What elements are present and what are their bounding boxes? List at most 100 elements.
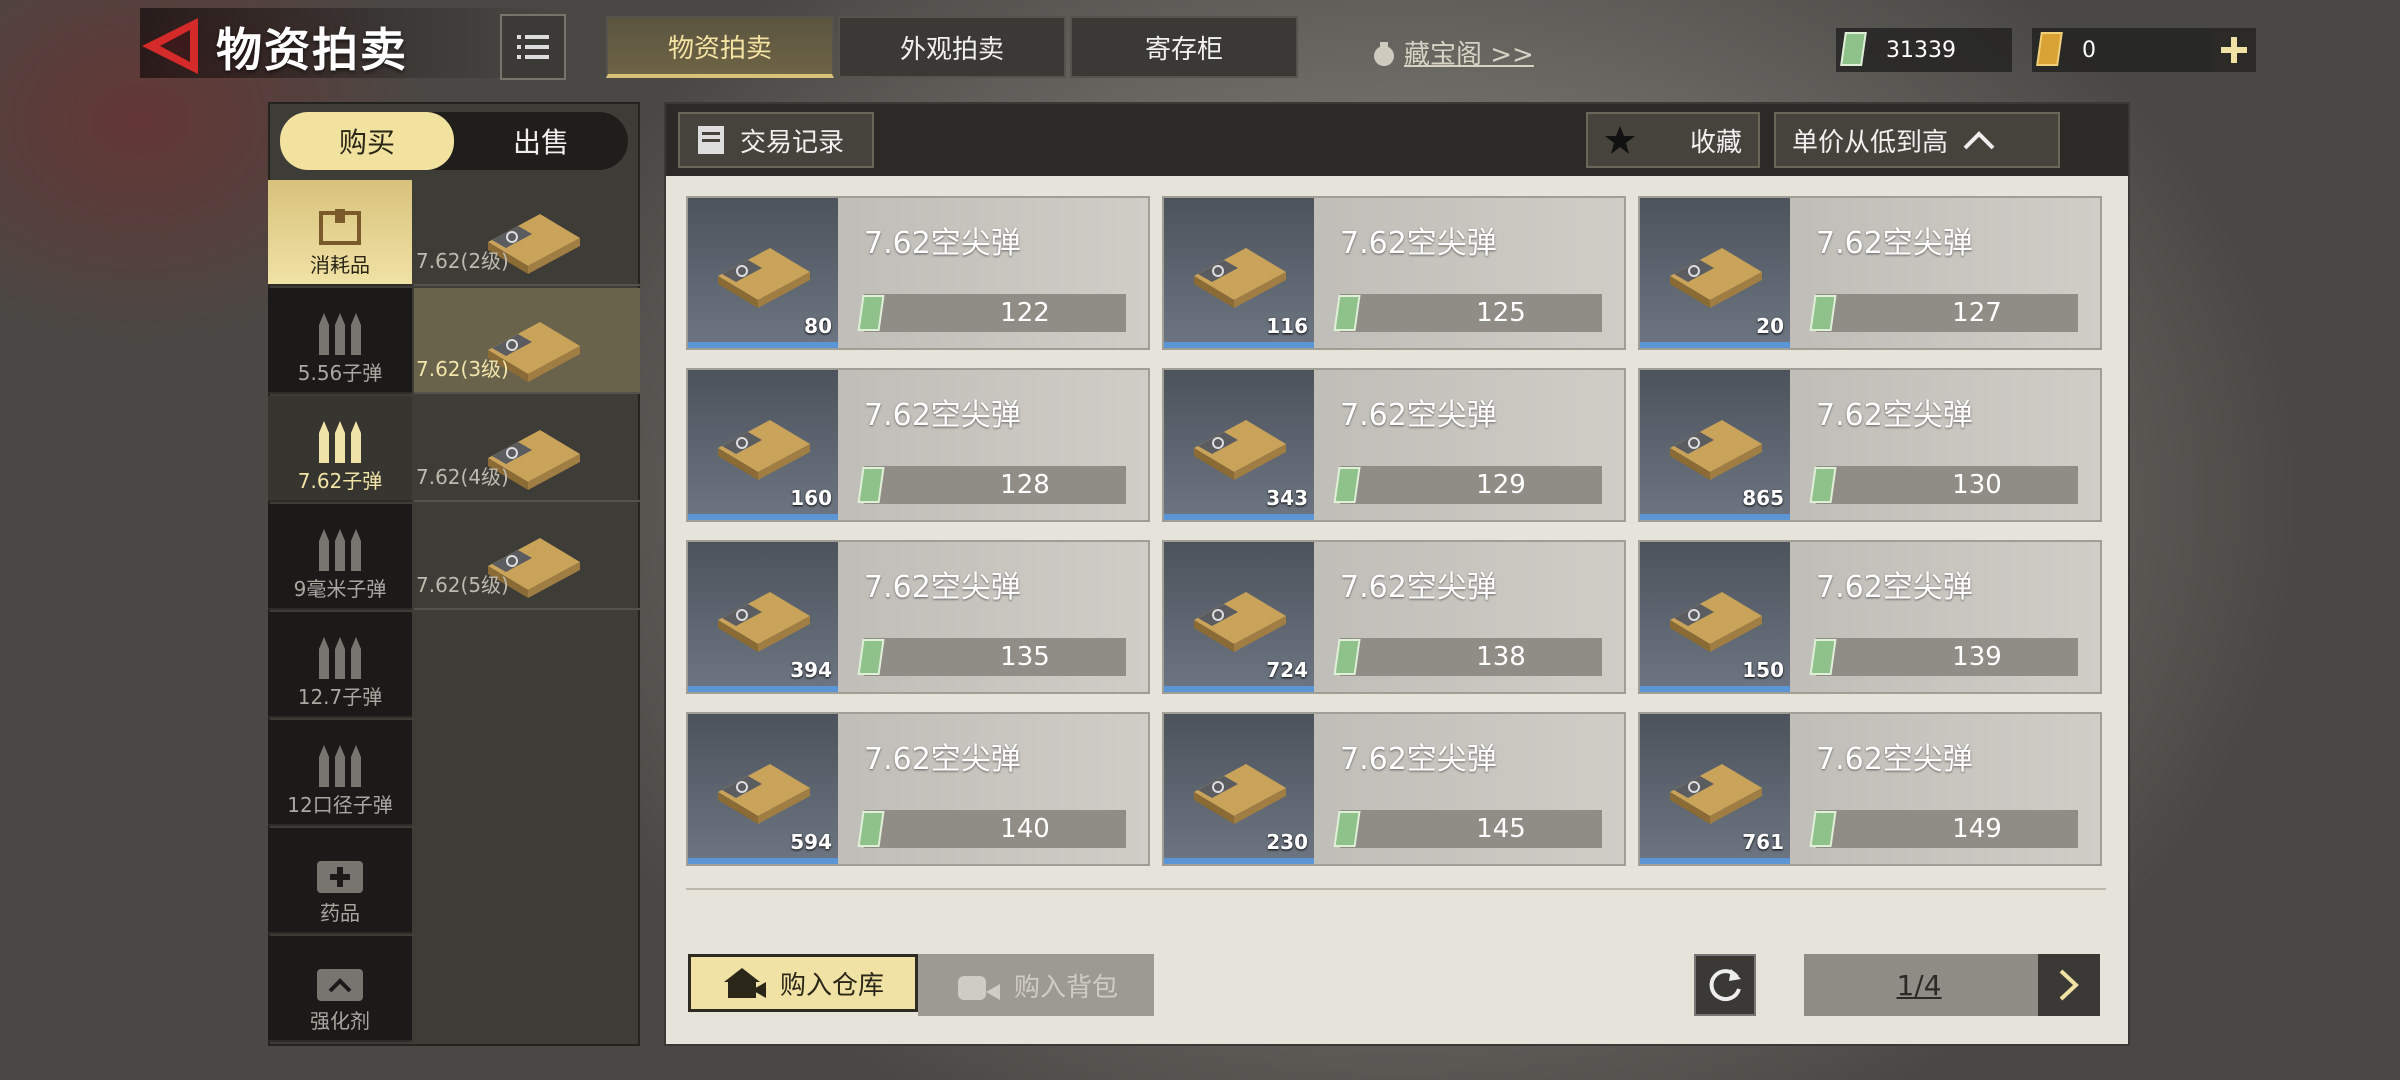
- cash-icon: [1809, 639, 1837, 675]
- listing-item[interactable]: 761 7.62空尖弹 149: [1638, 712, 2102, 866]
- item-thumbnail: 724: [1164, 542, 1314, 692]
- item-name: 7.62空尖弹: [864, 398, 1021, 433]
- category-item[interactable]: 12口径子弹: [268, 720, 412, 826]
- tab-storage-locker[interactable]: 寄存柜: [1070, 16, 1298, 78]
- bullets-icon: [319, 529, 361, 571]
- item-thumbnail: 80: [688, 198, 838, 348]
- treasure-pavilion-link[interactable]: 藏宝阁 >>: [1370, 34, 1534, 71]
- ammo-box-icon: [718, 248, 810, 308]
- subcategory-item[interactable]: 7.62(4级): [414, 396, 640, 502]
- category-item[interactable]: 5.56子弹: [268, 288, 412, 394]
- listing-item[interactable]: 116 7.62空尖弹 125: [1162, 196, 1626, 350]
- item-thumbnail: 761: [1640, 714, 1790, 864]
- item-thumbnail: 594: [688, 714, 838, 864]
- record-book-icon: [698, 126, 724, 154]
- next-page-button[interactable]: [2038, 954, 2100, 1016]
- listing-item[interactable]: 230 7.62空尖弹 145: [1162, 712, 1626, 866]
- listing-item[interactable]: 20 7.62空尖弹 127: [1638, 196, 2102, 350]
- ammo-box-icon: [718, 764, 810, 824]
- sort-dropdown[interactable]: 单价从低到高: [1774, 112, 2060, 168]
- category-item[interactable]: 药品: [268, 828, 412, 934]
- item-name: 7.62空尖弹: [1816, 226, 1973, 261]
- item-name: 7.62空尖弹: [1340, 226, 1497, 261]
- item-price-bar: 138: [1333, 638, 1602, 676]
- tab-appearance-auction[interactable]: 外观拍卖: [838, 16, 1066, 78]
- item-quantity: 394: [790, 658, 832, 682]
- buy-to-backpack-button[interactable]: 购入背包: [918, 954, 1154, 1016]
- listing-item[interactable]: 594 7.62空尖弹 140: [686, 712, 1150, 866]
- category-item[interactable]: 强化剂: [268, 936, 412, 1042]
- listing-item[interactable]: 865 7.62空尖弹 130: [1638, 368, 2102, 522]
- item-name: 7.62空尖弹: [864, 742, 1021, 777]
- category-item[interactable]: 12.7子弹: [268, 612, 412, 718]
- warehouse-icon: [723, 968, 766, 998]
- subcategory-item[interactable]: 7.62(2级): [414, 180, 640, 286]
- cash-icon: [1809, 295, 1837, 331]
- tab-supply-auction[interactable]: 物资拍卖: [606, 16, 834, 78]
- item-name: 7.62空尖弹: [864, 570, 1021, 605]
- buy-toggle[interactable]: 购买: [280, 112, 454, 170]
- item-name: 7.62空尖弹: [1340, 398, 1497, 433]
- listing-item[interactable]: 80 7.62空尖弹 122: [686, 196, 1150, 350]
- subcategory-label: 7.62(3级): [416, 357, 509, 381]
- category-label: 12口径子弹: [287, 793, 393, 817]
- trade-record-button[interactable]: 交易记录: [678, 112, 874, 168]
- subcategory-label: 7.62(2级): [416, 249, 509, 273]
- subcategory-item[interactable]: 7.62(5级): [414, 504, 640, 610]
- item-price: 149: [1952, 814, 2002, 844]
- item-thumbnail: 394: [688, 542, 838, 692]
- listing-item[interactable]: 150 7.62空尖弹 139: [1638, 540, 2102, 694]
- listing-item[interactable]: 343 7.62空尖弹 129: [1162, 368, 1626, 522]
- back-button[interactable]: [138, 14, 206, 78]
- menu-button[interactable]: [500, 14, 566, 80]
- chevron-up-icon: [1963, 131, 1995, 150]
- cash-icon: [857, 295, 885, 331]
- category-label: 7.62子弹: [297, 469, 383, 493]
- category-item[interactable]: 7.62子弹: [268, 396, 412, 502]
- item-price: 122: [1000, 298, 1050, 328]
- item-price: 130: [1952, 470, 2002, 500]
- listing-item[interactable]: 724 7.62空尖弹 138: [1162, 540, 1626, 694]
- item-quantity: 150: [1742, 658, 1784, 682]
- item-price-bar: 139: [1809, 638, 2078, 676]
- add-currency-button[interactable]: [2212, 28, 2256, 72]
- cash-icon: [1809, 811, 1837, 847]
- sell-toggle[interactable]: 出售: [454, 112, 628, 170]
- item-name: 7.62空尖弹: [1816, 742, 1973, 777]
- item-price: 125: [1476, 298, 1526, 328]
- ammo-box-icon: [1194, 592, 1286, 652]
- refresh-button[interactable]: [1694, 954, 1756, 1016]
- item-price: 138: [1476, 642, 1526, 672]
- listing-item[interactable]: 394 7.62空尖弹 135: [686, 540, 1150, 694]
- subcategory-item[interactable]: 7.62(3级): [414, 288, 640, 394]
- category-label: 5.56子弹: [297, 361, 383, 385]
- buy-sell-toggle: 购买 出售: [280, 112, 628, 170]
- item-price-bar: 122: [857, 294, 1126, 332]
- item-price-bar: 125: [1333, 294, 1602, 332]
- item-price-bar: 128: [857, 466, 1126, 504]
- ticket-icon: [2036, 32, 2063, 66]
- buy-to-storage-button[interactable]: 购入仓库: [688, 954, 918, 1012]
- item-quantity: 116: [1266, 314, 1308, 338]
- item-price: 127: [1952, 298, 2002, 328]
- item-price-bar: 127: [1809, 294, 2078, 332]
- item-quantity: 160: [790, 486, 832, 510]
- item-price-bar: 135: [857, 638, 1126, 676]
- item-quantity: 724: [1266, 658, 1308, 682]
- ammo-box-icon: [1670, 420, 1762, 480]
- category-label: 药品: [320, 901, 360, 925]
- category-item[interactable]: 9毫米子弹: [268, 504, 412, 610]
- listing-item[interactable]: 160 7.62空尖弹 128: [686, 368, 1150, 522]
- subcategory-label: 7.62(5级): [416, 573, 509, 597]
- item-name: 7.62空尖弹: [1816, 570, 1973, 605]
- ammo-box-icon: [718, 592, 810, 652]
- category-item[interactable]: 消耗品: [268, 180, 412, 286]
- cash-balance: 31339: [1836, 28, 2012, 72]
- item-price-bar: 149: [1809, 810, 2078, 848]
- item-quantity: 865: [1742, 486, 1784, 510]
- cash-icon: [857, 639, 885, 675]
- cash-icon: [857, 811, 885, 847]
- category-label: 消耗品: [310, 253, 370, 277]
- favorites-button[interactable]: 收藏: [1586, 112, 1760, 168]
- cash-value: 31339: [1886, 37, 1956, 63]
